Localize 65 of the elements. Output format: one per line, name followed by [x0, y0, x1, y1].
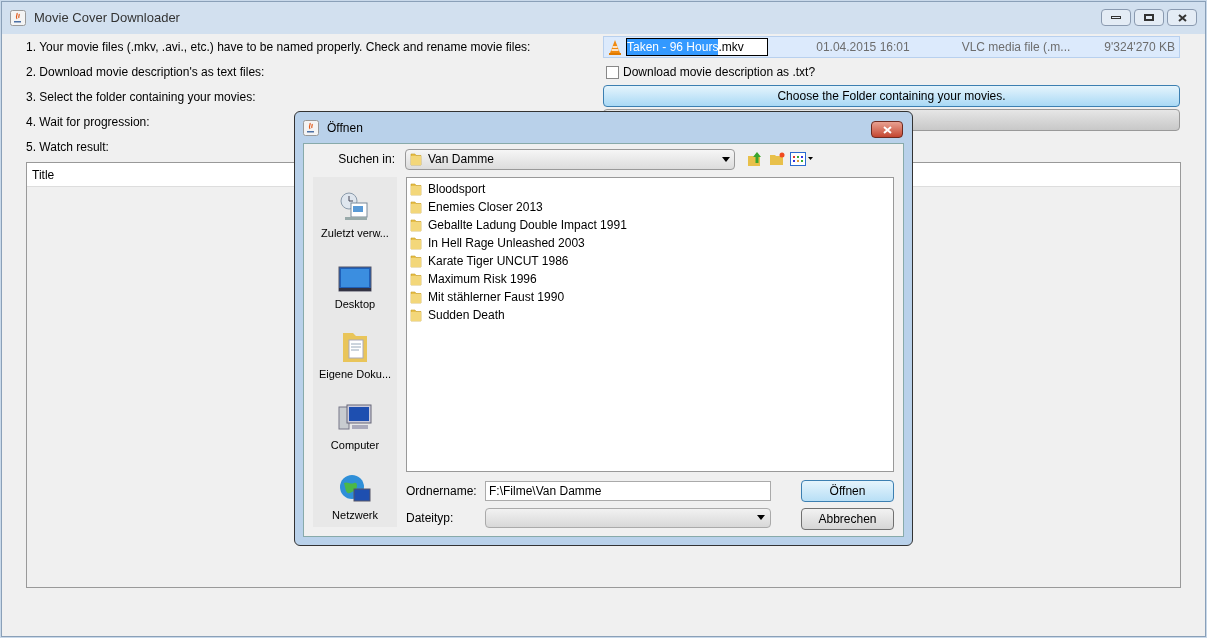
- folder-icon: [410, 272, 422, 286]
- step-label: 1. Your movie files (.mkv, .avi., etc.) have to be named properly. Check and rename movie files:: [26, 38, 531, 56]
- column-header[interactable]: Title: [32, 165, 55, 184]
- place-item[interactable]: Zuletzt verw...: [313, 189, 397, 242]
- dropdown-arrow-icon: [757, 515, 765, 520]
- dialog-title: Öffnen: [327, 119, 363, 137]
- folder-icon: [410, 254, 422, 268]
- folder-item[interactable]: Enemies Closer 2013: [428, 198, 543, 216]
- selected-text: Taken - 96 Hours: [627, 39, 719, 55]
- folder-icon: [410, 290, 422, 304]
- window-title: Movie Cover Downloader: [34, 9, 180, 28]
- cancel-button[interactable]: Abbrechen: [801, 508, 894, 530]
- checkbox-label: Download movie description as .txt?: [623, 64, 816, 81]
- folder-item[interactable]: Maximum Risk 1996: [428, 270, 537, 288]
- place-item[interactable]: Computer: [313, 400, 397, 453]
- place-item[interactable]: Desktop: [313, 259, 397, 312]
- folder-icon: [410, 236, 422, 250]
- maximize-button[interactable]: [1134, 9, 1164, 26]
- close-button[interactable]: [1167, 9, 1197, 26]
- minimize-button[interactable]: [1101, 9, 1131, 26]
- clock-document-icon: [339, 191, 371, 223]
- folder-item[interactable]: Sudden Death: [428, 306, 505, 324]
- folder-icon: [410, 308, 422, 322]
- folder-item[interactable]: Karate Tiger UNCUT 1986: [428, 252, 569, 270]
- step-label: 4. Wait for progression:: [26, 113, 150, 131]
- step-label: 2. Download movie description's as text files:: [26, 63, 265, 81]
- document-folder-icon: [341, 330, 369, 364]
- file-date: 01.04.2015 16:01: [816, 39, 910, 56]
- file-type-label: Dateityp:: [406, 509, 455, 527]
- close-icon: [1177, 13, 1187, 22]
- place-item[interactable]: Netzwerk: [313, 471, 397, 524]
- choose-folder-button[interactable]: Choose the Folder containing your movies.: [603, 85, 1180, 107]
- step-label: 5. Watch result:: [26, 138, 109, 156]
- look-in-dropdown[interactable]: Van Damme: [405, 148, 735, 170]
- close-icon: [882, 125, 892, 134]
- java-cup-icon: [10, 10, 26, 26]
- close-button[interactable]: [871, 121, 903, 138]
- folder-item[interactable]: In Hell Rage Unleashed 2003: [428, 234, 585, 252]
- folder-up-icon[interactable]: [747, 151, 763, 167]
- place-item[interactable]: Eigene Doku...: [313, 330, 397, 383]
- open-button[interactable]: Öffnen: [801, 480, 894, 502]
- folder-name-label: Ordnername:: [406, 482, 478, 500]
- folder-icon: [410, 200, 422, 214]
- globe-monitor-icon: [338, 473, 372, 505]
- file-type: VLC media file (.m...: [961, 39, 1071, 56]
- checkbox[interactable]: [606, 65, 619, 79]
- file-size: 9'324'270 KB: [1104, 39, 1175, 56]
- folder-item[interactable]: Mit stählerner Faust 1990: [428, 288, 565, 306]
- folder-icon: [410, 218, 422, 232]
- folder-icon: [410, 182, 422, 196]
- view-menu-icon[interactable]: [790, 152, 814, 166]
- file-extension: .mkv: [718, 39, 744, 55]
- java-cup-icon: [303, 119, 319, 136]
- step-label: 3. Select the folder containing your movies:: [26, 88, 256, 106]
- dropdown-arrow-icon: [722, 156, 730, 162]
- look-in-label: Suchen in:: [337, 151, 396, 168]
- folder-name-field[interactable]: F:\Filme\Van Damme: [485, 480, 771, 501]
- file-row[interactable]: Taken - 96 Hours.mkv 01.04.2015 16:01 VLC media file (.m... 9'324'270 KB: [603, 36, 1180, 58]
- folder-item[interactable]: Bloodsport: [428, 180, 486, 198]
- folder-icon: [410, 152, 422, 166]
- desktop-icon: [338, 265, 372, 294]
- new-folder-icon[interactable]: [769, 151, 785, 167]
- rename-field[interactable]: Taken - 96 Hours.mkv: [626, 38, 768, 56]
- folder-item[interactable]: Geballte Ladung Double Impact 1991: [428, 216, 627, 234]
- traffic-cone-icon: [608, 39, 622, 55]
